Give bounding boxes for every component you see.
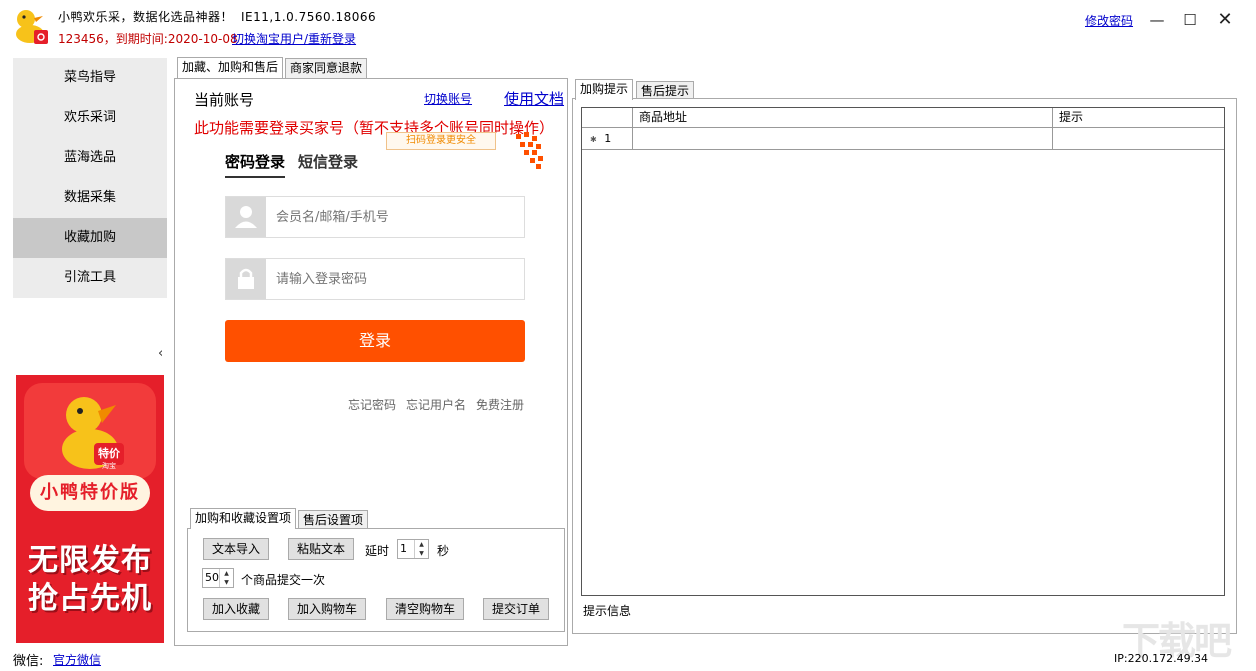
sidebar-item-data-collect[interactable]: 数据采集 — [13, 178, 167, 218]
tab-merchant-refund[interactable]: 商家同意退款 — [285, 58, 368, 78]
app-title-text: 小鸭欢乐采，数据化选品神器！ — [58, 10, 234, 24]
column-header-tip[interactable]: 提示 — [1053, 108, 1224, 128]
ad-badge: 小鸭特价版 — [30, 475, 150, 511]
username-input[interactable] — [276, 207, 516, 227]
qr-login-tip: 扫码登录更安全 — [386, 132, 496, 150]
password-field[interactable] — [225, 258, 525, 300]
login-warning: 此功能需要登录买家号（暂不支持多个账号同时操作） — [194, 119, 555, 137]
table-row-header[interactable]: ✱ 1 — [582, 128, 633, 150]
ad-logo-area: 特价 淘宝 — [24, 383, 156, 479]
qr-code-icon[interactable] — [512, 130, 546, 172]
ad-tag-sub: 淘宝 — [102, 462, 116, 470]
duck-logo-icon — [16, 10, 48, 44]
stepper-arrows-icon[interactable]: ▲ ▼ — [219, 569, 233, 587]
tab-favorite-cart-aftersale[interactable]: 加藏、加购和售后 — [177, 57, 284, 78]
wechat-label: 微信: — [13, 654, 44, 669]
switch-user-link[interactable]: 切换淘宝用户/重新登录 — [232, 30, 356, 47]
app-title: 小鸭欢乐采，数据化选品神器！ IE11,1.0.7560.18066 — [58, 8, 376, 25]
import-text-button[interactable]: 文本导入 — [203, 538, 270, 560]
username-field[interactable] — [225, 196, 525, 238]
batch-label: 个商品提交一次 — [241, 573, 326, 587]
minimize-button[interactable]: — — [1147, 10, 1167, 30]
batch-stepper[interactable]: 50 ▲ ▼ — [202, 568, 234, 588]
maximize-button[interactable]: ☐ — [1180, 10, 1200, 30]
tab-cart-tips[interactable]: 加购提示 — [575, 79, 634, 100]
forgot-password-link[interactable]: 忘记密码 — [348, 396, 396, 413]
cell-tip[interactable] — [1053, 128, 1224, 150]
wechat-link[interactable]: 官方微信 — [53, 651, 101, 668]
ip-address: IP:220.172.49.34 — [1114, 652, 1209, 665]
tab-aftersale-settings[interactable]: 售后设置项 — [298, 510, 369, 530]
tab-password-login[interactable]: 密码登录 — [225, 151, 286, 178]
submit-order-button[interactable]: 提交订单 — [483, 598, 550, 620]
add-favorite-button[interactable]: 加入收藏 — [203, 598, 270, 620]
tab-sms-login[interactable]: 短信登录 — [298, 151, 358, 172]
current-account-label: 当前账号 — [194, 91, 255, 109]
cell-url[interactable] — [633, 128, 1053, 150]
delay-stepper[interactable]: 1 ▲ ▼ — [397, 539, 429, 559]
switch-account-link[interactable]: 切换账号 — [424, 90, 472, 107]
tip-info-label: 提示信息 — [583, 604, 632, 618]
ad-banner[interactable]: 特价 淘宝 小鸭特价版 无限发布 抢占先机 — [16, 375, 164, 643]
sidebar-item-traffic-tools[interactable]: 引流工具 — [13, 258, 167, 298]
usage-doc-link[interactable]: 使用文档 — [504, 88, 564, 109]
user-icon — [226, 197, 266, 237]
sidebar-item-keywords[interactable]: 欢乐采词 — [13, 98, 167, 138]
app-version: IE11,1.0.7560.18066 — [241, 10, 377, 24]
collapse-sidebar-icon[interactable]: ‹ — [158, 346, 163, 361]
forgot-username-link[interactable]: 忘记用户名 — [406, 396, 466, 413]
change-password-link[interactable]: 修改密码 — [1085, 12, 1133, 29]
paste-text-button[interactable]: 粘贴文本 — [288, 538, 355, 560]
delay-unit: 秒 — [437, 544, 450, 558]
sidebar-item-guide[interactable]: 菜鸟指导 — [13, 58, 167, 98]
add-cart-button[interactable]: 加入购物车 — [288, 598, 367, 620]
delay-label: 延时 — [365, 544, 390, 558]
tips-grid[interactable]: 商品地址 提示 ✱ 1 — [581, 107, 1225, 596]
clear-cart-button[interactable]: 清空购物车 — [386, 598, 465, 620]
sidebar: 菜鸟指导 欢乐采词 蓝海选品 数据采集 收藏加购 引流工具 — [13, 58, 167, 298]
delay-value: 1 — [400, 542, 407, 555]
new-row-icon: ✱ — [590, 135, 597, 144]
ad-slogan-2: 抢占先机 — [28, 581, 152, 616]
grid-corner-header — [582, 108, 633, 128]
row-index: 1 — [604, 132, 612, 145]
ad-tag-text: 特价 — [98, 447, 120, 460]
close-button[interactable]: ✕ — [1215, 10, 1235, 30]
stepper-arrows-icon[interactable]: ▲ ▼ — [414, 540, 428, 558]
expire-text: 123456，到期时间:2020-10-08 — [58, 32, 238, 46]
sidebar-item-blue-ocean[interactable]: 蓝海选品 — [13, 138, 167, 178]
register-link[interactable]: 免费注册 — [476, 396, 524, 413]
sidebar-item-favorite-cart[interactable]: 收藏加购 — [13, 218, 167, 258]
login-button[interactable]: 登录 — [225, 320, 525, 362]
column-header-url[interactable]: 商品地址 — [633, 108, 1053, 128]
tab-cart-favorite-settings[interactable]: 加购和收藏设置项 — [190, 508, 297, 529]
lock-icon — [226, 259, 266, 299]
password-input[interactable] — [276, 269, 516, 289]
title-bar: 小鸭欢乐采，数据化选品神器！ IE11,1.0.7560.18066 123456… — [0, 0, 1256, 52]
ad-duck-icon — [62, 397, 124, 469]
batch-value: 50 — [205, 571, 219, 584]
